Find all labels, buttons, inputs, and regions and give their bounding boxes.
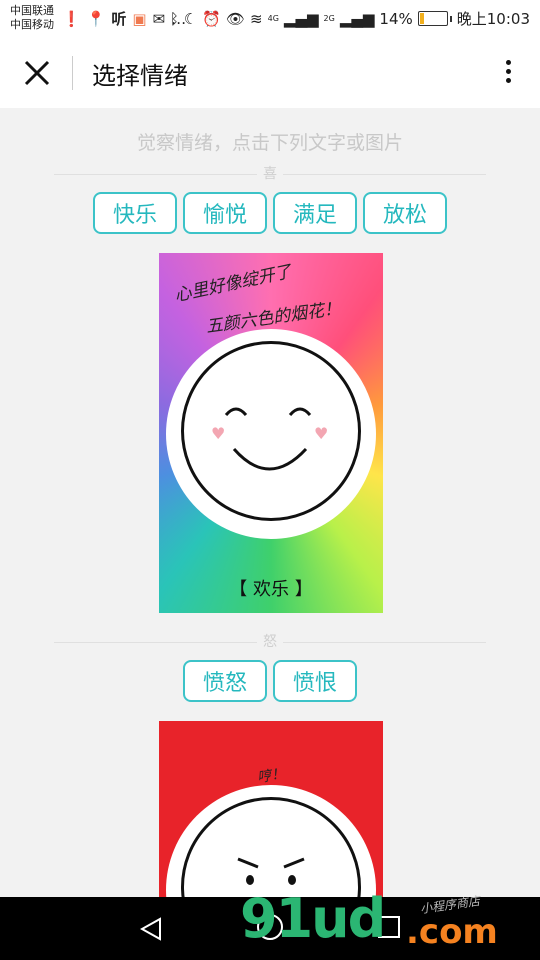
mail-icon: ✉	[152, 9, 166, 28]
more-vertical-icon	[505, 69, 511, 74]
close-button[interactable]	[22, 58, 52, 88]
svg-text:♥: ♥	[211, 424, 225, 443]
page-title: 选择情绪	[92, 62, 188, 90]
anger-button-row: 愤怒 愤恨	[0, 660, 540, 702]
emotion-card-joy[interactable]: 心里好像绽开了 五颜六色的烟花！ ♥ ♥ 【 欢乐 】	[159, 253, 383, 613]
more-vertical-icon	[505, 78, 511, 83]
signal-icon: ▂▄▆	[339, 9, 375, 28]
more-button[interactable]	[502, 56, 514, 90]
alert-icon: ❗	[62, 9, 81, 28]
map-icon: 📍	[86, 9, 106, 28]
close-icon	[24, 60, 50, 86]
signal-2g-label: 2G	[323, 14, 335, 23]
signal-4g-label: 4G	[267, 14, 279, 23]
card-handwriting-line1: 心里好像绽开了	[172, 261, 294, 307]
eye-icon: 👁	[225, 9, 246, 28]
status-bar: 中国联通 中国移动 ❗ 📍 听 ▣ ✉ … ᛒ ☾ ⏰ 👁 ≋ 4G ▂▄▆ 2…	[0, 0, 540, 36]
emotion-button-pleased[interactable]: 愉悦	[183, 192, 267, 234]
instruction-text: 觉察情绪，点击下列文字或图片	[136, 132, 403, 154]
section-label-anger: 怒	[257, 633, 283, 651]
bluetooth-icon: ᛒ	[169, 9, 179, 28]
card-caption: 【 欢乐 】	[229, 579, 313, 600]
alarm-icon: ⏰	[202, 9, 221, 28]
app-icon: ▣	[132, 9, 147, 28]
emotion-card-anger[interactable]: 哼！	[159, 721, 383, 901]
system-status: ᛒ ☾ ⏰ 👁 ≋ 4G ▂▄▆ 2G ▂▄▆ 14% 晚上10:03	[170, 8, 530, 29]
battery-icon	[417, 11, 448, 26]
section-label-joy: 喜	[257, 165, 283, 183]
title-divider	[72, 56, 73, 90]
emotion-button-angry[interactable]: 愤怒	[183, 660, 267, 702]
angry-face-icon	[237, 857, 305, 885]
emotion-button-resentful[interactable]: 愤恨	[273, 660, 357, 702]
emotion-button-relaxed[interactable]: 放松	[363, 192, 447, 234]
svg-text:♥: ♥	[314, 424, 328, 443]
watermark-logo: 91ud	[240, 887, 386, 950]
moon-icon: ☾	[183, 9, 198, 28]
battery-tip	[449, 15, 452, 22]
carrier-1: 中国联通	[10, 4, 54, 17]
wifi-icon: ≋	[250, 9, 263, 28]
card-handwriting-line1: 哼！	[255, 765, 287, 787]
emotion-button-happy[interactable]: 快乐	[93, 192, 177, 234]
clock: 晚上10:03	[456, 10, 530, 28]
listen-app-icon: 听	[111, 10, 127, 28]
signal-icon: ▂▄▆	[283, 9, 319, 28]
carrier-2: 中国移动	[10, 18, 54, 31]
section-divider-joy: 喜	[54, 165, 486, 183]
notification-icons: ❗ 📍 听 ▣ ✉ …	[62, 8, 186, 29]
title-bar: 选择情绪	[0, 36, 540, 108]
back-icon[interactable]	[140, 917, 162, 941]
watermark-domain: .com	[406, 912, 498, 952]
carrier-info: 中国联通 中国移动	[10, 4, 54, 32]
joy-button-row: 快乐 愉悦 满足 放松	[0, 192, 540, 234]
emotion-button-satisfied[interactable]: 满足	[273, 192, 357, 234]
smiley-face-icon: ♥ ♥	[211, 407, 328, 471]
more-vertical-icon	[505, 60, 511, 65]
section-divider-anger: 怒	[54, 633, 486, 651]
battery-percent: 14%	[379, 9, 413, 28]
